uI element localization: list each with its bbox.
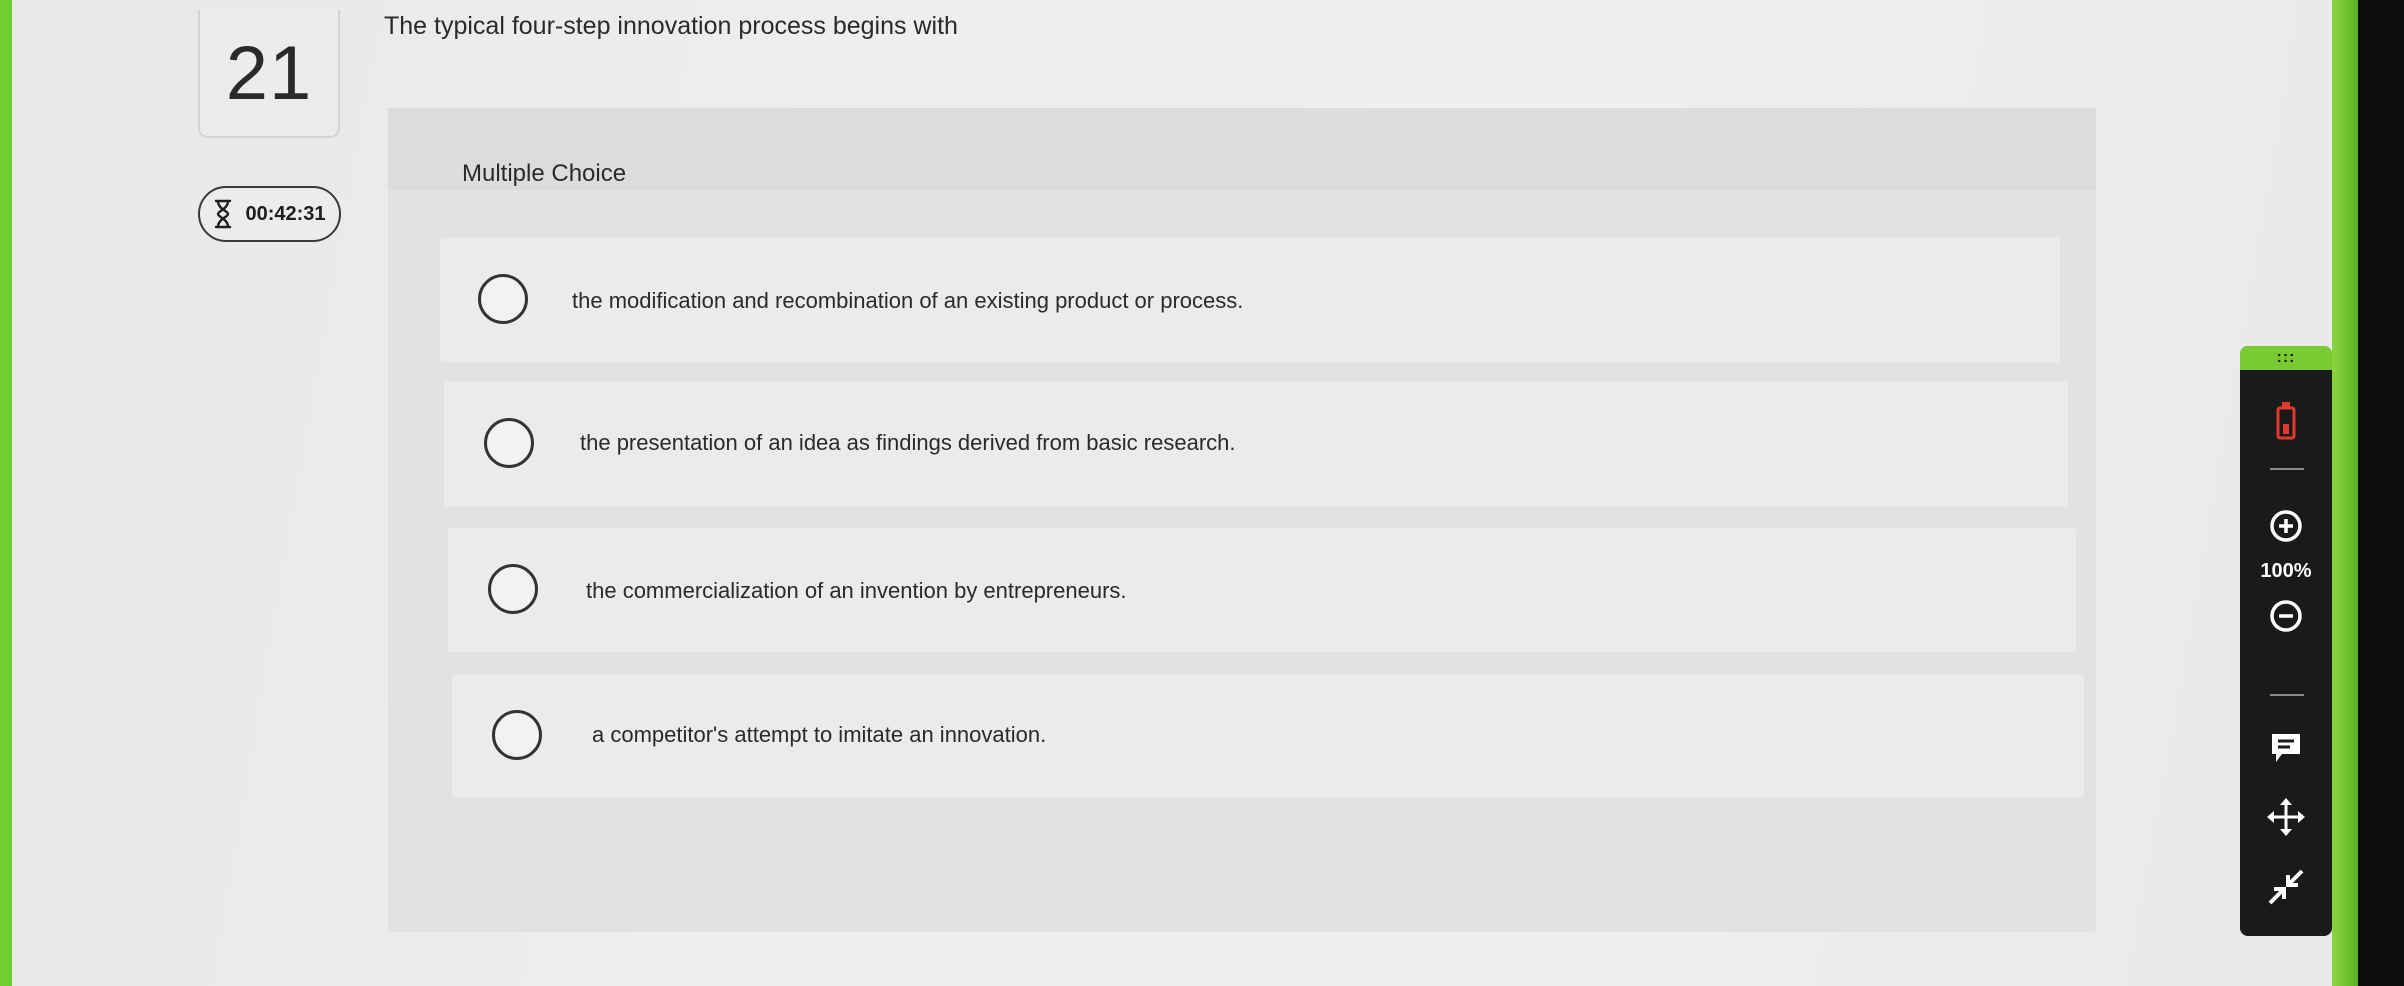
reader-toolbar: ::: 100% <box>2240 346 2332 936</box>
toolbar-drag-handle[interactable]: ::: <box>2240 346 2332 370</box>
choice-text-2: the presentation of an idea as findings … <box>580 430 1236 455</box>
choice-option-3[interactable]: the commercialization of an invention by… <box>448 528 2076 652</box>
zoom-level-text: 100% <box>2260 559 2312 582</box>
timer: 00:42:31 <box>198 186 341 242</box>
choice-radio-1[interactable] <box>478 274 528 324</box>
answer-panel: Multiple Choice the modification and rec… <box>388 108 2096 932</box>
comment-icon <box>2272 734 2300 762</box>
move-button[interactable] <box>2240 792 2332 842</box>
zoom-level: 100% <box>2240 556 2332 586</box>
zoom-in-icon <box>2270 510 2302 542</box>
toolbar-divider <box>2270 694 2304 696</box>
bezel <box>2358 0 2404 986</box>
hourglass-icon <box>215 199 232 229</box>
question-number-box: 21 <box>198 10 340 138</box>
choice-option-4[interactable]: a competitor's attempt to imitate an inn… <box>452 674 2084 798</box>
choice-radio-2[interactable] <box>484 418 534 468</box>
choice-text-1: the modification and recombination of an… <box>572 288 1244 313</box>
panel-header <box>388 108 2096 190</box>
collapse-button[interactable] <box>2240 862 2332 912</box>
zoom-out-button[interactable] <box>2240 596 2332 636</box>
highlighter-button[interactable] <box>2240 396 2332 446</box>
zoom-in-button[interactable] <box>2240 506 2332 546</box>
choice-radio-3[interactable] <box>488 564 538 614</box>
comment-button[interactable] <box>2240 726 2332 770</box>
move-icon <box>2267 798 2305 836</box>
highlighter-icon <box>2276 402 2296 440</box>
zoom-out-icon <box>2270 600 2302 632</box>
collapse-icon <box>2268 869 2304 905</box>
choice-text-3: the commercialization of an invention by… <box>586 578 1127 603</box>
question-text: The typical four-step innovation process… <box>384 12 958 40</box>
choice-option-2[interactable]: the presentation of an idea as findings … <box>444 382 2068 506</box>
right-frame-border <box>2332 0 2358 986</box>
choice-text-4: a competitor's attempt to imitate an inn… <box>592 722 1047 747</box>
timer-value: 00:42:31 <box>245 202 326 225</box>
choice-radio-4[interactable] <box>492 710 542 760</box>
toolbar-divider <box>2270 468 2304 470</box>
choice-option-1[interactable]: the modification and recombination of an… <box>440 238 2060 362</box>
question-number: 21 <box>225 30 313 116</box>
question-type-label: Multiple Choice <box>462 160 627 187</box>
